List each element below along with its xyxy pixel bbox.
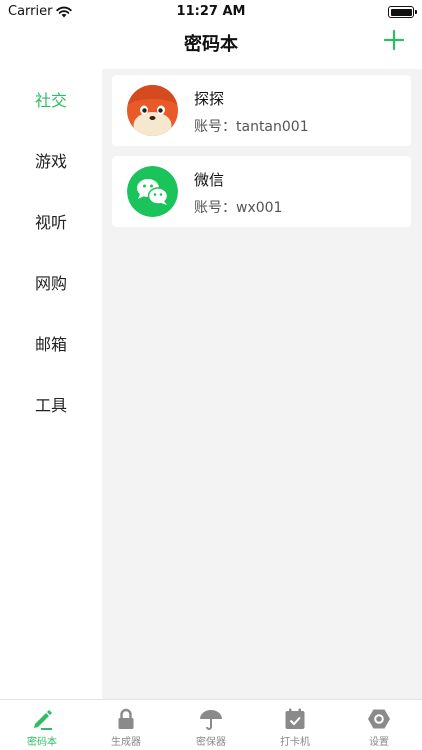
category-sidebar: 社交 游戏 视听 网购 邮箱 工具 — [0, 69, 102, 699]
page-title: 密码本 — [184, 34, 238, 55]
tab-label: 打卡机 — [280, 737, 310, 748]
tab-password-book[interactable]: 密码本 — [0, 704, 84, 750]
hexagon-settings-icon — [368, 709, 390, 729]
sidebar-item-games[interactable]: 游戏 — [0, 142, 102, 182]
tab-bar: 密码本 生成器 密保器 打卡机 设置 — [0, 699, 422, 750]
status-bar: Carrier 11:27 AM — [0, 0, 422, 24]
sidebar-item-shopping[interactable]: 网购 — [0, 264, 102, 304]
account-name: 微信 — [194, 171, 225, 189]
add-account-button[interactable] — [382, 28, 406, 52]
tab-security[interactable]: 密保器 — [169, 704, 253, 750]
tab-label: 密码本 — [27, 737, 57, 748]
battery-icon — [388, 6, 417, 18]
navigation-bar: 密码本 — [0, 24, 422, 66]
wechat-logo — [127, 166, 178, 217]
sidebar-item-social[interactable]: 社交 — [0, 81, 102, 121]
sidebar-item-media[interactable]: 视听 — [0, 203, 102, 243]
status-time: 11:27 AM — [176, 4, 246, 19]
plus-icon — [383, 29, 405, 51]
tab-checkin[interactable]: 打卡机 — [253, 704, 337, 750]
tantan-fox-avatar — [127, 85, 178, 136]
lock-icon — [118, 708, 134, 729]
pen-icon — [34, 710, 52, 730]
sidebar-item-mail[interactable]: 邮箱 — [0, 325, 102, 365]
account-id: 账号：wx001 — [194, 200, 283, 216]
tab-generator[interactable]: 生成器 — [84, 704, 168, 750]
account-card[interactable]: 微信 账号：wx001 — [112, 156, 411, 227]
umbrella-icon — [200, 710, 222, 730]
account-name: 探探 — [194, 90, 225, 108]
sidebar-item-tools[interactable]: 工具 — [0, 386, 102, 426]
tab-label: 设置 — [369, 737, 389, 748]
tab-label: 生成器 — [111, 737, 141, 748]
account-list: 探探 账号：tantan001 微信 账号：wx001 — [102, 69, 422, 699]
tab-label: 密保器 — [196, 737, 226, 748]
account-card[interactable]: 探探 账号：tantan001 — [112, 75, 411, 146]
tab-settings[interactable]: 设置 — [337, 704, 421, 750]
calendar-check-icon — [285, 708, 305, 729]
account-id: 账号：tantan001 — [194, 119, 309, 135]
